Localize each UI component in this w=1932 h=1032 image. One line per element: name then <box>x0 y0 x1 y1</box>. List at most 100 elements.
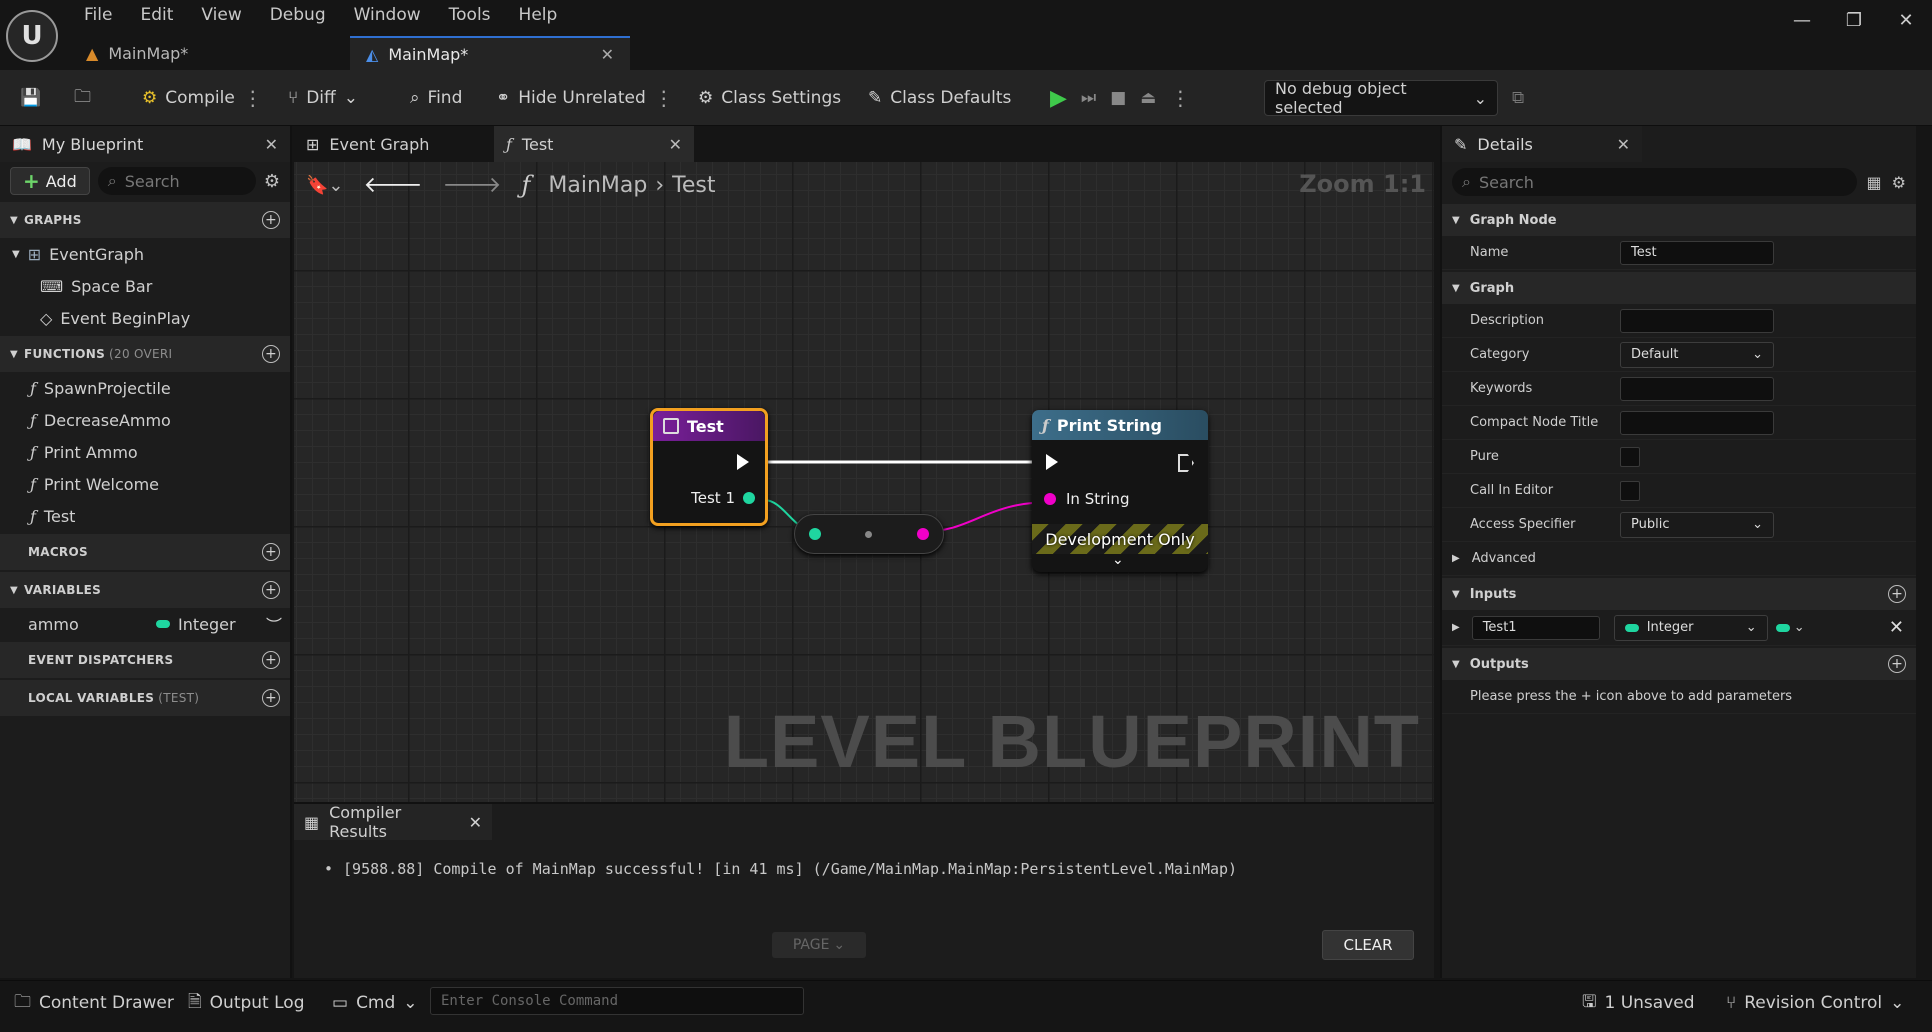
string-pin-icon[interactable] <box>917 528 929 540</box>
add-output-icon[interactable]: + <box>1888 655 1906 673</box>
container-type-icon[interactable]: ⌄ <box>1775 620 1805 635</box>
input-pin-in-string[interactable]: In String <box>1044 490 1129 508</box>
graph-canvas[interactable]: 🔖⌄ 🡐 🡒 ƒ MainMap › Test Zoom 1:1 Test Te… <box>294 162 1434 802</box>
content-drawer-button[interactable]: 🗀 Content Drawer <box>14 981 174 1025</box>
menu-file[interactable]: File <box>70 0 126 30</box>
search-input[interactable]: ⌕ Search <box>1452 168 1857 196</box>
play-icon[interactable]: ▶ <box>1050 86 1067 111</box>
menu-view[interactable]: View <box>187 0 255 30</box>
clear-button[interactable]: CLEAR <box>1322 930 1414 960</box>
description-field[interactable] <box>1620 308 1774 333</box>
add-input-icon[interactable]: + <box>1888 585 1906 603</box>
outputs-section[interactable]: ▼ Outputs + <box>1442 648 1916 680</box>
exec-out-pin[interactable] <box>737 454 749 470</box>
integer-pin-icon[interactable] <box>809 528 821 540</box>
local-variables-section[interactable]: LOCAL VARIABLES (TEST) + <box>0 680 290 716</box>
function-entry-node[interactable]: Test Test 1 <box>650 408 768 526</box>
compile-button[interactable]: ⚙ Compile ⋮ <box>142 70 263 126</box>
gear-icon[interactable]: ⚙ <box>264 171 280 192</box>
output-pin-test1[interactable]: Test 1 <box>691 489 755 507</box>
eye-icon[interactable]: ︶ <box>266 612 282 636</box>
keywords-field[interactable] <box>1620 376 1774 401</box>
remove-input-icon[interactable]: ✕ <box>1889 617 1904 638</box>
hide-unrelated-button[interactable]: ⚭ Hide Unrelated ⋮ <box>496 70 674 126</box>
event-dispatchers-section[interactable]: EVENT DISPATCHERS + <box>0 642 290 678</box>
input-type-select[interactable]: Integer ⌄ <box>1613 614 1768 641</box>
minimize-icon[interactable]: — <box>1776 0 1828 40</box>
debug-object-select[interactable]: No debug object selected ⌄ <box>1264 79 1498 117</box>
macros-section[interactable]: MACROS + <box>0 534 290 570</box>
add-graph-icon[interactable]: + <box>262 211 280 229</box>
access-specifier-select[interactable]: Public ⌄ <box>1620 511 1774 538</box>
event-item-beginplay[interactable]: ◇ Event BeginPlay <box>0 302 290 334</box>
variable-item-ammo[interactable]: ammo Integer ︶ <box>0 608 290 640</box>
find-button[interactable]: ⌕ Find <box>410 70 462 126</box>
print-string-node[interactable]: ƒ Print String In String Development Onl… <box>1032 410 1208 572</box>
close-icon[interactable]: ✕ <box>1617 135 1630 154</box>
menu-debug[interactable]: Debug <box>256 0 340 30</box>
tab-event-graph[interactable]: ⊞ Event Graph <box>294 126 494 162</box>
unreal-logo-icon[interactable]: U <box>6 10 58 62</box>
pure-checkbox[interactable] <box>1620 446 1640 467</box>
tab-test[interactable]: ƒ Test ✕ <box>494 126 694 162</box>
step-icon[interactable]: ⏭ <box>1081 88 1096 108</box>
doc-tab-blueprint[interactable]: ◭ MainMap* ✕ <box>350 36 630 70</box>
compact-title-field[interactable] <box>1620 410 1774 435</box>
class-settings-button[interactable]: ⚙ Class Settings <box>698 70 841 126</box>
conversion-node[interactable] <box>794 514 944 554</box>
close-icon[interactable]: ✕ <box>669 135 682 154</box>
add-variable-icon[interactable]: + <box>262 581 280 599</box>
add-dispatcher-icon[interactable]: + <box>262 651 280 669</box>
eject-icon[interactable]: ⏏ <box>1140 88 1156 108</box>
class-defaults-button[interactable]: ✎ Class Defaults <box>868 70 1011 126</box>
function-item[interactable]: ƒ SpawnProjectile <box>0 372 290 404</box>
close-icon[interactable]: ✕ <box>601 45 614 64</box>
debug-filter-button[interactable]: ⧉ <box>1512 70 1524 126</box>
more-icon[interactable]: ⋮ <box>243 86 263 110</box>
menu-tools[interactable]: Tools <box>435 0 505 30</box>
function-item[interactable]: ƒ Print Ammo <box>0 436 290 468</box>
page-button[interactable]: PAGE ⌄ <box>772 932 866 958</box>
close-window-icon[interactable]: ✕ <box>1880 0 1932 40</box>
advanced-row[interactable]: ▶ Advanced <box>1442 542 1916 576</box>
graph-node-section[interactable]: ▼ Graph Node <box>1442 204 1916 236</box>
revision-control-button[interactable]: ⑂ Revision Control ⌄ <box>1726 981 1904 1025</box>
function-item[interactable]: ƒ DecreaseAmmo <box>0 404 290 436</box>
my-blueprint-tab[interactable]: 📖 My Blueprint ✕ <box>0 126 290 162</box>
diff-button[interactable]: ⑂ Diff ⌄ <box>288 70 358 126</box>
add-local-variable-icon[interactable]: + <box>262 689 280 707</box>
expand-icon[interactable]: ▶ <box>1452 622 1460 633</box>
functions-section[interactable]: ▼ FUNCTIONS (20 OVERI + <box>0 336 290 372</box>
output-log-button[interactable]: 🗎 Output Log <box>188 981 305 1025</box>
variables-section[interactable]: ▼ VARIABLES + <box>0 572 290 608</box>
graphs-section[interactable]: ▼ GRAPHS + <box>0 202 290 238</box>
add-macro-icon[interactable]: + <box>262 543 280 561</box>
graph-section[interactable]: ▼ Graph <box>1442 272 1916 304</box>
close-icon[interactable]: ✕ <box>265 135 278 154</box>
cmd-select[interactable]: ▭ Cmd ⌄ <box>332 981 418 1025</box>
add-function-icon[interactable]: + <box>262 345 280 363</box>
function-item[interactable]: ƒ Print Welcome <box>0 468 290 500</box>
inputs-section[interactable]: ▼ Inputs + <box>1442 578 1916 610</box>
menu-window[interactable]: Window <box>340 0 435 30</box>
add-button[interactable]: + Add <box>10 167 90 195</box>
gear-icon[interactable]: ⚙ <box>1892 173 1906 192</box>
exec-in-pin[interactable] <box>1046 454 1058 470</box>
more-icon[interactable]: ⋮ <box>1170 86 1190 110</box>
exec-out-pin[interactable] <box>1178 454 1194 472</box>
call-in-editor-checkbox[interactable] <box>1620 480 1640 501</box>
graph-item-eventgraph[interactable]: ▼ ⊞ EventGraph <box>0 238 290 270</box>
category-select[interactable]: Default ⌄ <box>1620 341 1774 368</box>
input-name-field[interactable]: Test1 <box>1471 615 1600 640</box>
browse-button[interactable]: 🗀 <box>74 70 91 126</box>
save-button[interactable]: 💾 <box>20 70 41 126</box>
table-view-icon[interactable]: ▦ <box>1867 173 1882 192</box>
doc-tab-level[interactable]: ▲ MainMap* <box>70 36 350 70</box>
menu-edit[interactable]: Edit <box>126 0 187 30</box>
details-tab[interactable]: ✎ Details ✕ <box>1442 126 1642 162</box>
stop-icon[interactable]: ■ <box>1110 88 1126 108</box>
restore-icon[interactable]: ❐ <box>1828 0 1880 40</box>
expand-chevron-icon[interactable]: ⌄ <box>1112 552 1124 568</box>
console-command-input[interactable]: Enter Console Command <box>430 987 804 1015</box>
name-field[interactable]: Test <box>1620 240 1774 265</box>
